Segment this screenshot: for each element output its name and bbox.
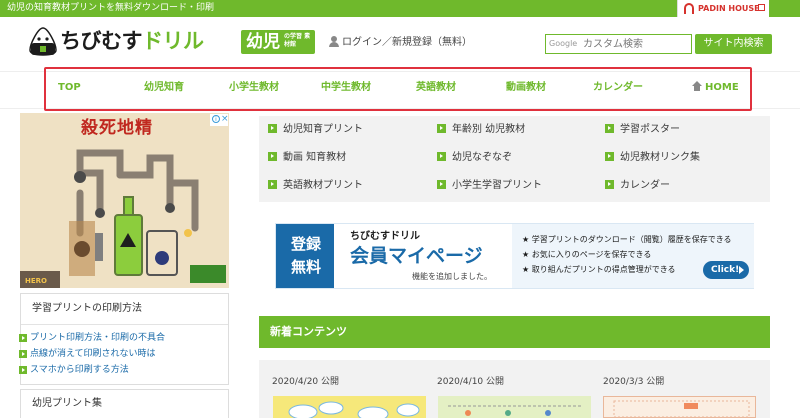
category-link[interactable]: 英語教材プリント [268,179,363,193]
search-input[interactable] [583,36,689,52]
post-date: 2020/4/10 公開 [437,377,505,387]
login-label: ログイン／新規登録（無料） [342,37,472,48]
arrow-right-icon [605,180,614,189]
external-link-icon [758,4,765,11]
nav-item-home-label: HOME [705,82,739,93]
login-link[interactable]: ログイン／新規登録（無料） [329,36,472,50]
category-link-label: 小学生学習プリント [452,180,542,191]
banner-click-button[interactable]: Click! [703,261,749,279]
user-icon [329,36,339,47]
house-icon [684,3,694,14]
arrow-right-icon [605,152,614,161]
category-link[interactable]: 幼児教材リンク集 [605,151,700,165]
category-link-label: 幼児知育プリント [283,124,363,135]
logo-badge[interactable]: 幼児 の学習 素材館 [241,30,315,54]
category-link[interactable]: 動画 知育教材 [268,151,346,165]
category-link-label: 動画 知育教材 [283,152,347,163]
banner-feature-item: ★ 取り組んだプリントの得点管理ができる [522,265,676,274]
home-icon [692,81,702,91]
banner-feature-list: ★ 学習プリントのダウンロード（閲覧）履歴を保存できる ★ お気に入りのページを… [512,224,754,288]
nav-item-english[interactable]: 英語教材 [416,81,456,95]
post-thumbnail[interactable] [438,396,591,418]
padin-house-label: PADIN HOUSE [698,4,760,13]
logo-drill-text: ドリル [142,29,204,53]
site-logo-text[interactable]: ちびむすドリル [60,27,204,55]
category-link-label: 幼児なぞなぞ [452,152,512,163]
nav-item-elementary[interactable]: 小学生教材 [229,81,279,95]
print-method-title: 学習プリントの印刷方法 [32,303,142,314]
category-link[interactable]: 幼児なぞなぞ [437,151,512,165]
category-link[interactable]: 小学生学習プリント [437,179,542,193]
divider [21,324,228,325]
sidebar-link[interactable]: プリント印刷方法・印刷の不具合 [19,332,166,344]
category-link-label: カレンダー [620,180,670,191]
nav-item-video[interactable]: 動画教材 [506,81,546,95]
padin-house-link[interactable]: PADIN HOUSE [677,0,769,17]
svg-text:HERO: HERO [25,277,47,285]
logo-badge-sub: の学習 素材館 [284,33,311,48]
ad-banner[interactable]: HERO 殺死地精 i × [20,113,229,288]
arrow-right-icon [437,124,446,133]
site-search-button[interactable]: サイト内検索 [695,34,772,54]
sidebar-link-label: プリント印刷方法・印刷の不具合 [30,333,166,343]
member-page-banner[interactable]: 登録 無料 ちびむすドリル 会員マイページ 機能を追加しました。 ★ 学習プリン… [275,223,754,289]
category-link[interactable]: 学習ポスター [605,123,680,137]
arrow-right-icon [268,180,277,189]
search-box: Google [545,34,692,54]
new-contents-header: 新着コンテンツ [259,316,770,348]
nav-item-home[interactable]: HOME [692,81,739,95]
nav-item-junior-high[interactable]: 中学生教材 [321,81,371,95]
logo-badge-main: 幼児 [246,32,280,52]
arrow-right-icon [268,124,277,133]
banner-logo-text: ちびむすドリル [350,231,420,242]
ad-info-icon: i [212,115,220,123]
top-strip: 幼児の知育教材プリントを無料ダウンロード・印刷 PADIN HOUSE [0,0,800,17]
site-tagline: 幼児の知育教材プリントを無料ダウンロード・印刷 [7,3,215,13]
close-icon[interactable]: × [221,114,229,124]
category-link[interactable]: 幼児知育プリント [268,123,363,137]
sidebar-link-label: 点線が消えて印刷されない時は [30,349,156,359]
register-free-text: 登録 無料 [290,235,321,276]
new-contents-title: 新着コンテンツ [270,325,347,338]
post-thumbnail[interactable] [603,396,756,418]
play-arrow-icon [739,266,744,274]
ad-title: 殺死地精 [81,118,153,138]
banner-subtitle: 機能を追加しました。 [412,272,492,281]
ad-choices-badge[interactable]: i × [210,114,229,126]
arrow-right-icon [437,152,446,161]
banner-feature-item: ★ 学習プリントのダウンロード（閲覧）履歴を保存できる [522,235,732,244]
nav-item-top[interactable]: TOP [58,81,81,95]
post-thumbnail[interactable] [273,396,426,418]
nav-item-calendar[interactable]: カレンダー [593,81,643,95]
arrow-right-icon [19,334,27,342]
post-date: 2020/4/20 公開 [272,377,340,387]
register-free-badge: 登録 無料 [276,224,334,288]
category-link-label: 学習ポスター [620,124,680,135]
nav-item-infant[interactable]: 幼児知育 [144,81,184,95]
ad-game-illustration: HERO [20,113,229,288]
category-link-label: 英語教材プリント [283,180,363,191]
category-link[interactable]: 年齢別 幼児教材 [437,123,525,137]
sidebar-link[interactable]: 点線が消えて印刷されない時は [19,348,156,360]
arrow-right-icon [19,350,27,358]
mascot-logo-icon[interactable] [28,26,58,56]
search-brand-label: Google [549,39,578,48]
sidebar-link[interactable]: スマホから印刷する方法 [19,364,129,376]
sidebar-link-label: スマホから印刷する方法 [30,365,129,375]
category-link-label: 年齢別 幼児教材 [452,124,526,135]
category-link[interactable]: カレンダー [605,179,670,193]
infant-print-title[interactable]: 幼児プリント集 [32,397,102,411]
banner-title: 会員マイページ [350,245,483,267]
arrow-right-icon [605,124,614,133]
post-date: 2020/3/3 公開 [603,377,665,387]
banner-feature-item: ★ お気に入りのページを保存できる [522,250,652,259]
category-link-label: 幼児教材リンク集 [620,152,700,163]
arrow-right-icon [19,366,27,374]
arrow-right-icon [268,152,277,161]
arrow-right-icon [437,180,446,189]
logo-main-text: ちびむす [60,29,143,53]
banner-click-label: Click! [711,265,740,275]
